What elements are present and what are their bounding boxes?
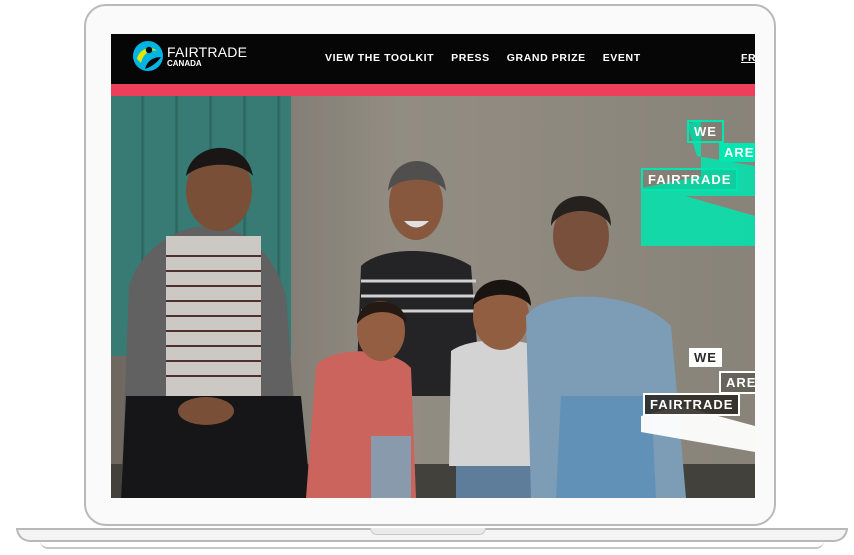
badge-top-we: WE — [687, 120, 724, 143]
laptop-notch — [370, 528, 486, 535]
badge-top-fairtrade: FAIRTRADE — [641, 168, 739, 191]
badge-bottom-fairtrade: FAIRTRADE — [643, 393, 741, 416]
badge-bottom-we: WE — [689, 348, 722, 367]
badge-top-are: ARE — [719, 143, 755, 162]
logo-name: FAIRTRADE — [167, 43, 248, 60]
fairtrade-mark-icon — [133, 41, 163, 71]
site-header: FAIRTRADE CANADA VIEW THE TOOLKIT PRESS … — [111, 34, 755, 84]
accent-stripe — [111, 84, 755, 96]
nav-view-the-toolkit[interactable]: VIEW THE TOOLKIT — [325, 52, 434, 64]
nav-event[interactable]: EVENT — [603, 52, 641, 64]
logo-subtitle: CANADA — [167, 58, 202, 68]
hero-photo: WE ARE FAIRTRADE WE ARE FAIRTRADE — [111, 96, 755, 498]
nav-grand-prize[interactable]: GRAND PRIZE — [507, 52, 586, 64]
browser-screen: FAIRTRADE CANADA VIEW THE TOOLKIT PRESS … — [111, 34, 755, 498]
nav-press[interactable]: PRESS — [451, 52, 490, 64]
badge-bottom-are: ARE — [719, 371, 755, 394]
language-toggle[interactable]: FR — [741, 52, 755, 64]
main-menu: VIEW THE TOOLKIT PRESS GRAND PRIZE EVENT — [325, 52, 641, 64]
laptop-foot — [40, 541, 824, 549]
fairtrade-logo[interactable]: FAIRTRADE CANADA — [131, 39, 247, 73]
